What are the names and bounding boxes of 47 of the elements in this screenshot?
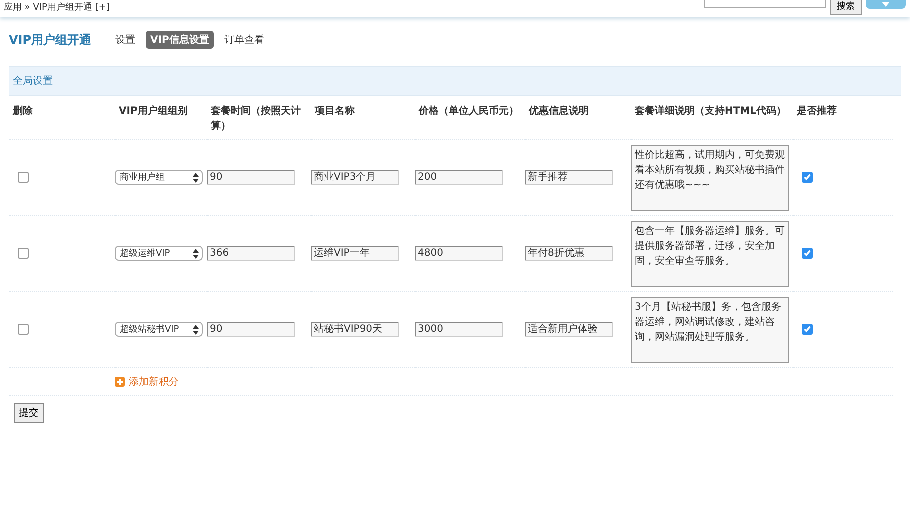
breadcrumb: 应用 » VIP用户组开通 [+] [4, 2, 110, 14]
group-select[interactable]: 超级站秘书VIP [115, 322, 203, 337]
price-field[interactable]: 4800 [415, 246, 503, 261]
delete-checkbox[interactable] [18, 248, 29, 259]
name-field[interactable]: 商业VIP3个月 [311, 170, 399, 185]
days-field[interactable]: 90 [207, 322, 295, 337]
days-field[interactable]: 366 [207, 246, 295, 261]
recommend-checkbox[interactable] [802, 172, 813, 183]
section-title: 全局设置 [13, 76, 53, 87]
stepper-arrows-icon [193, 172, 199, 182]
column-header: 优惠信息说明 [525, 96, 631, 140]
delete-checkbox[interactable] [18, 172, 29, 183]
column-header: 项目名称 [311, 96, 415, 140]
offer-field[interactable]: 年付8折优惠 [525, 246, 613, 261]
tab[interactable]: 订单查看 [219, 31, 270, 49]
name-field[interactable]: 运维VIP一年 [311, 246, 399, 261]
recommend-checkbox[interactable] [802, 248, 813, 259]
price-field[interactable]: 200 [415, 170, 503, 185]
recommend-checkbox[interactable] [802, 324, 813, 335]
submit-button[interactable]: 提交 [14, 403, 44, 423]
column-header: 套餐时间（按照天计算） [207, 96, 311, 140]
offer-field[interactable]: 适合新用户体验 [525, 322, 613, 337]
days-field[interactable]: 90 [207, 170, 295, 185]
offer-field[interactable]: 新手推荐 [525, 170, 613, 185]
detail-textarea[interactable]: 性价比超高，试用期内，可免费观看本站所有视频，购买站秘书插件还有优惠哦~~~ [631, 144, 789, 210]
name-field[interactable]: 站秘书VIP90天 [311, 322, 399, 337]
menu-button[interactable] [866, 0, 906, 9]
tab[interactable]: VIP信息设置 [146, 31, 214, 49]
column-header: VIP用户组组别 [115, 96, 207, 140]
page-title: VIP用户组开通 [9, 32, 92, 48]
stepper-arrows-icon [193, 324, 199, 334]
tab[interactable]: 设置 [110, 31, 141, 49]
caret-icon [882, 2, 890, 7]
detail-textarea[interactable]: 包含一年【服务器运维】服务。可提供服务器部署，迁移，安全加固，安全审查等服务。 [631, 220, 789, 286]
price-field[interactable]: 3000 [415, 322, 503, 337]
plus-icon [115, 376, 125, 386]
search-button[interactable]: 搜索 [830, 0, 862, 15]
column-header: 是否推荐 [793, 96, 893, 140]
column-header: 删除 [9, 96, 115, 140]
delete-checkbox[interactable] [18, 324, 29, 335]
group-select[interactable]: 商业用户组 [115, 170, 203, 185]
detail-textarea[interactable]: 3个月【站秘书服】务，包含服务器运维，网站调试修改，建站咨询，网站漏洞处理等服务。 [631, 296, 789, 362]
group-select[interactable]: 超级运维VIP [115, 246, 203, 261]
column-header: 价格（单位人民币元） [415, 96, 525, 140]
column-header: 套餐详细说明（支持HTML代码） [631, 96, 793, 140]
stepper-arrows-icon [193, 248, 199, 258]
search-field[interactable] [704, 0, 826, 8]
